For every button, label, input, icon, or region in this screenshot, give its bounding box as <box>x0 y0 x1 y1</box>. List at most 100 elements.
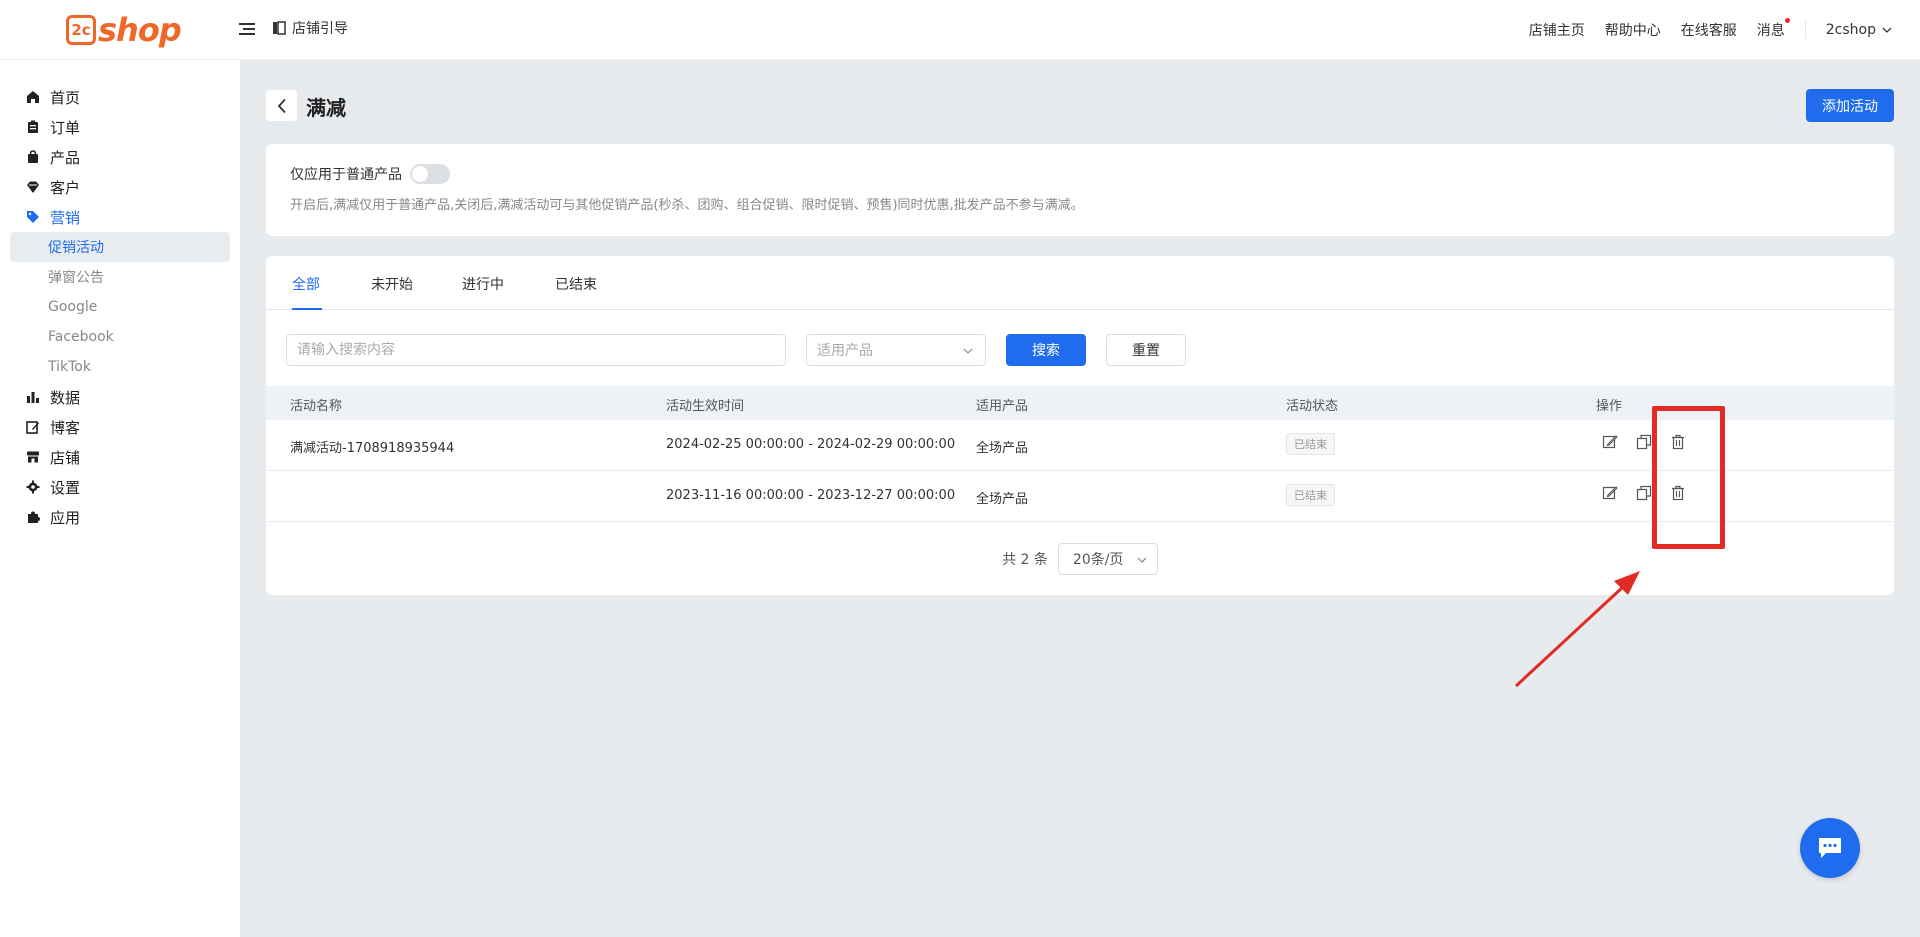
messages-label: 消息 <box>1756 23 1785 39</box>
column-header: 活动生效时间 <box>666 399 745 414</box>
sidebar-item-marketing[interactable]: 营销 <box>0 202 240 232</box>
sidebar-item-label: 营销 <box>50 208 81 227</box>
tag-icon <box>27 211 39 223</box>
sidebar-item-label: 数据 <box>50 388 81 407</box>
product-select-placeholder: 适用产品 <box>817 343 873 359</box>
home-icon <box>27 91 39 103</box>
table-row: 2023-11-16 00:00:00 - 2023-12-27 00:00:0… <box>266 471 1894 522</box>
logo-text: shop <box>98 11 182 49</box>
sidebar-item-label: 博客 <box>50 418 81 437</box>
column-header: 活动名称 <box>290 399 343 414</box>
sidebar-subitem-google[interactable]: Google <box>10 292 230 322</box>
table-header: 活动名称 活动生效时间 适用产品 活动状态 操作 <box>266 386 1894 420</box>
status-badge: 已结束 <box>1286 484 1335 506</box>
diamond-icon <box>27 181 39 193</box>
sidebar-subitem-facebook[interactable]: Facebook <box>10 322 230 352</box>
settings-card: 仅应用于普通产品 开启后,满减仅用于普通产品,关闭后,满减活动可与其他促销产品(… <box>266 144 1894 236</box>
chevron-down-icon <box>963 348 973 354</box>
sidebar-item-apps[interactable]: 应用 <box>0 502 240 532</box>
gear-icon <box>26 480 40 494</box>
copy-icon[interactable] <box>1636 434 1652 450</box>
logo[interactable]: 2c shop <box>66 10 182 50</box>
sidebar-subitem-popup[interactable]: 弹窗公告 <box>10 262 230 292</box>
page-size-value: 20条/页 <box>1072 552 1124 568</box>
sidebar-item-label: 应用 <box>50 508 81 527</box>
table-row: 满减活动-1708918935944 2024-02-25 00:00:00 -… <box>266 420 1894 471</box>
sidebar: 首页 订单 产品 客户 营销 促销活动 弹窗公告 Google Facebook… <box>0 60 240 937</box>
messages-link[interactable]: 消息 <box>1756 18 1790 40</box>
column-header: 操作 <box>1596 399 1623 414</box>
sidebar-subitem-promotions[interactable]: 促销活动 <box>10 232 230 262</box>
store-icon <box>27 451 39 463</box>
sidebar-item-label: 设置 <box>50 478 81 497</box>
chat-button[interactable] <box>1800 818 1860 878</box>
sidebar-item-blog[interactable]: 博客 <box>0 412 240 442</box>
sidebar-item-label: 首页 <box>50 88 81 107</box>
activity-time: 2024-02-25 00:00:00 - 2024-02-29 00:00:0… <box>666 437 956 452</box>
copy-icon[interactable] <box>1636 485 1652 501</box>
sidebar-item-settings[interactable]: 设置 <box>0 472 240 502</box>
toggle-hint: 开启后,满减仅用于普通产品,关闭后,满减活动可与其他促销产品(秒杀、团购、组合促… <box>290 198 1084 213</box>
menu-toggle-icon[interactable] <box>238 20 256 38</box>
sidebar-item-label: 店铺 <box>50 448 81 467</box>
sidebar-item-label: 客户 <box>50 178 81 197</box>
annotation-highlight-box <box>1652 406 1725 549</box>
clipboard-icon <box>28 120 38 133</box>
edit-icon[interactable] <box>1602 485 1618 501</box>
tab-all[interactable]: 全部 <box>292 274 320 294</box>
back-button[interactable] <box>266 90 297 121</box>
activity-product: 全场产品 <box>976 492 1029 507</box>
header-divider <box>1804 21 1806 39</box>
product-select[interactable]: 适用产品 <box>806 334 986 366</box>
edit-icon <box>26 421 39 434</box>
tab-not-started[interactable]: 未开始 <box>371 274 413 294</box>
column-header: 活动状态 <box>1286 399 1339 414</box>
header-links: 店铺主页 帮助中心 在线客服 消息 2cshop <box>1529 0 1892 60</box>
chevron-down-icon <box>1882 27 1892 33</box>
shop-guide-link[interactable]: 店铺引导 <box>272 18 348 38</box>
sidebar-item-data[interactable]: 数据 <box>0 382 240 412</box>
toggle-row: 仅应用于普通产品 <box>290 164 450 184</box>
chevron-left-icon <box>277 98 286 113</box>
activity-product: 全场产品 <box>976 441 1029 456</box>
book-icon <box>273 21 286 35</box>
user-name: 2cshop <box>1825 22 1876 38</box>
store-home-link[interactable]: 店铺主页 <box>1529 20 1585 40</box>
search-input[interactable] <box>286 334 786 366</box>
status-tabs: 全部 未开始 进行中 已结束 <box>266 256 1894 310</box>
total-count: 共 2 条 <box>1002 552 1048 568</box>
guide-label: 店铺引导 <box>292 21 348 37</box>
active-tab-indicator <box>292 308 322 310</box>
sidebar-item-customers[interactable]: 客户 <box>0 172 240 202</box>
activity-list-card: 全部 未开始 进行中 已结束 适用产品 搜索 重置 活动名称 活动生效时间 适用… <box>266 256 1894 595</box>
puzzle-icon <box>28 511 40 523</box>
reset-button[interactable]: 重置 <box>1106 334 1186 366</box>
unread-dot <box>1784 18 1790 23</box>
sidebar-item-home[interactable]: 首页 <box>0 82 240 112</box>
search-button[interactable]: 搜索 <box>1006 334 1086 366</box>
edit-icon[interactable] <box>1602 434 1618 450</box>
status-badge: 已结束 <box>1286 433 1335 455</box>
sidebar-item-label: 产品 <box>50 148 81 167</box>
chat-bubble-icon <box>1819 838 1841 858</box>
bag-icon <box>28 150 38 163</box>
toggle-label: 仅应用于普通产品 <box>290 167 402 183</box>
sidebar-item-orders[interactable]: 订单 <box>0 112 240 142</box>
page-size-select[interactable]: 20条/页 <box>1057 543 1158 575</box>
page-title: 满减 <box>306 96 346 120</box>
tab-in-progress[interactable]: 进行中 <box>462 274 504 294</box>
add-activity-button[interactable]: 添加活动 <box>1806 89 1894 122</box>
activity-name: 满减活动-1708918935944 <box>290 441 455 456</box>
bar-chart-icon <box>27 392 39 403</box>
sidebar-item-products[interactable]: 产品 <box>0 142 240 172</box>
sidebar-item-store[interactable]: 店铺 <box>0 442 240 472</box>
help-center-link[interactable]: 帮助中心 <box>1605 20 1661 40</box>
sidebar-subitem-tiktok[interactable]: TikTok <box>10 352 230 382</box>
activity-time: 2023-11-16 00:00:00 - 2023-12-27 00:00:0… <box>666 488 956 503</box>
user-menu[interactable]: 2cshop <box>1826 22 1892 38</box>
normal-products-toggle[interactable] <box>410 164 450 184</box>
tab-ended[interactable]: 已结束 <box>555 274 597 294</box>
top-bar: 2c shop 店铺引导 店铺主页 帮助中心 在线客服 消息 2cshop <box>0 0 1920 60</box>
online-service-link[interactable]: 在线客服 <box>1681 20 1737 40</box>
pagination: 共 2 条 20条/页 <box>266 543 1894 575</box>
